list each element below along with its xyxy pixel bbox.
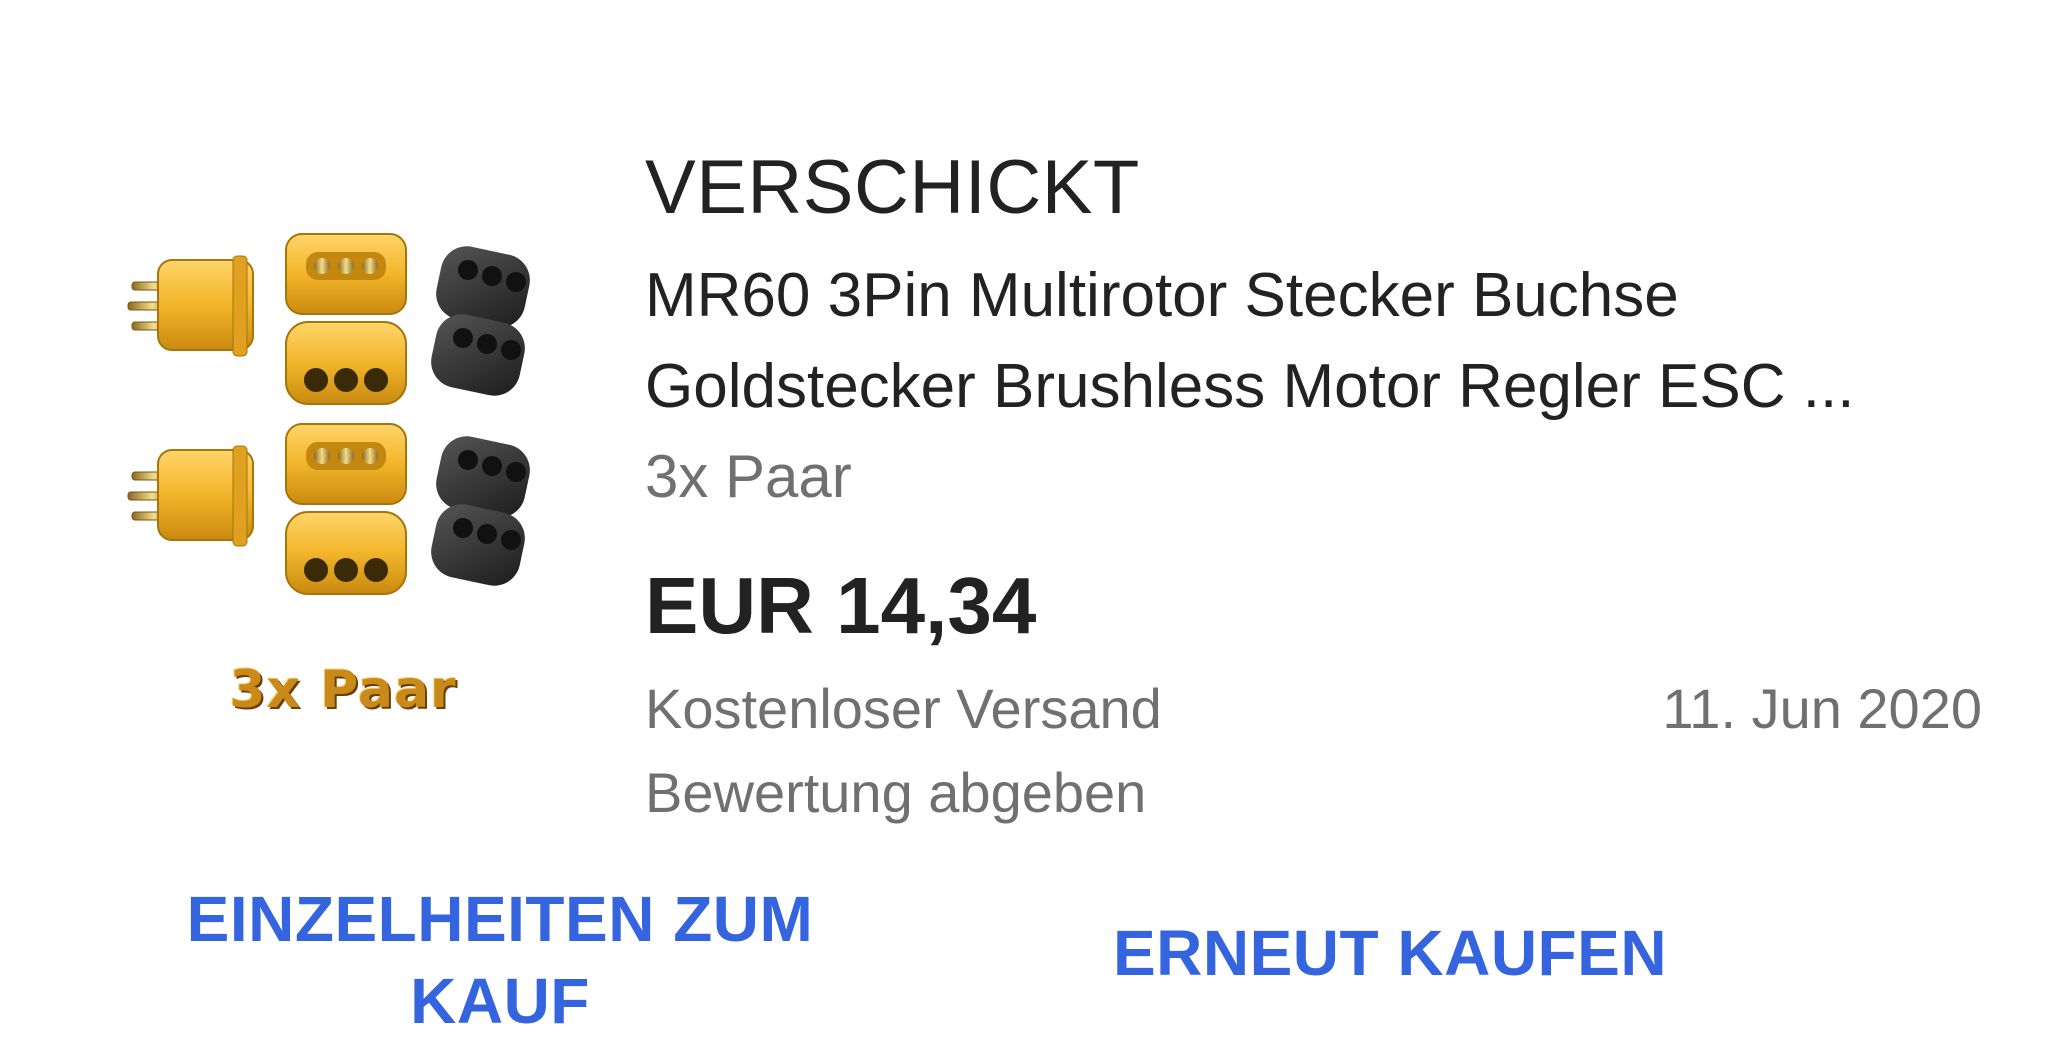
item-title-line-2: Goldstecker Brushless Motor Regler ESC .… [645, 352, 1855, 421]
shipping-info: Kostenloser Versand [645, 677, 1162, 740]
connector-product-image-icon [127, 233, 530, 595]
item-title-line-1: MR60 3Pin Multirotor Stecker Buchse [645, 261, 1679, 330]
leave-feedback-link[interactable]: Bewertung abgeben [645, 760, 1146, 825]
item-variant: 3x Paar [645, 443, 852, 510]
order-details-button[interactable]: EINZELHEITEN ZUM KAUF [150, 878, 850, 1042]
order-status: VERSCHICKT [645, 145, 1140, 230]
item-price: EUR 14,34 [645, 561, 1037, 650]
buy-again-button[interactable]: ERNEUT KAUFEN [1080, 912, 1700, 994]
item-title[interactable]: MR60 3Pin Multirotor Stecker Buchse Gold… [645, 250, 1985, 432]
order-card[interactable]: 3x Paar VERSCHICKT MR60 3Pin Multirotor … [0, 0, 2048, 1037]
image-caption: 3x Paar [229, 660, 457, 720]
order-date: 11. Jun 2020 [1662, 677, 1982, 740]
product-image[interactable]: 3x Paar [118, 230, 568, 730]
